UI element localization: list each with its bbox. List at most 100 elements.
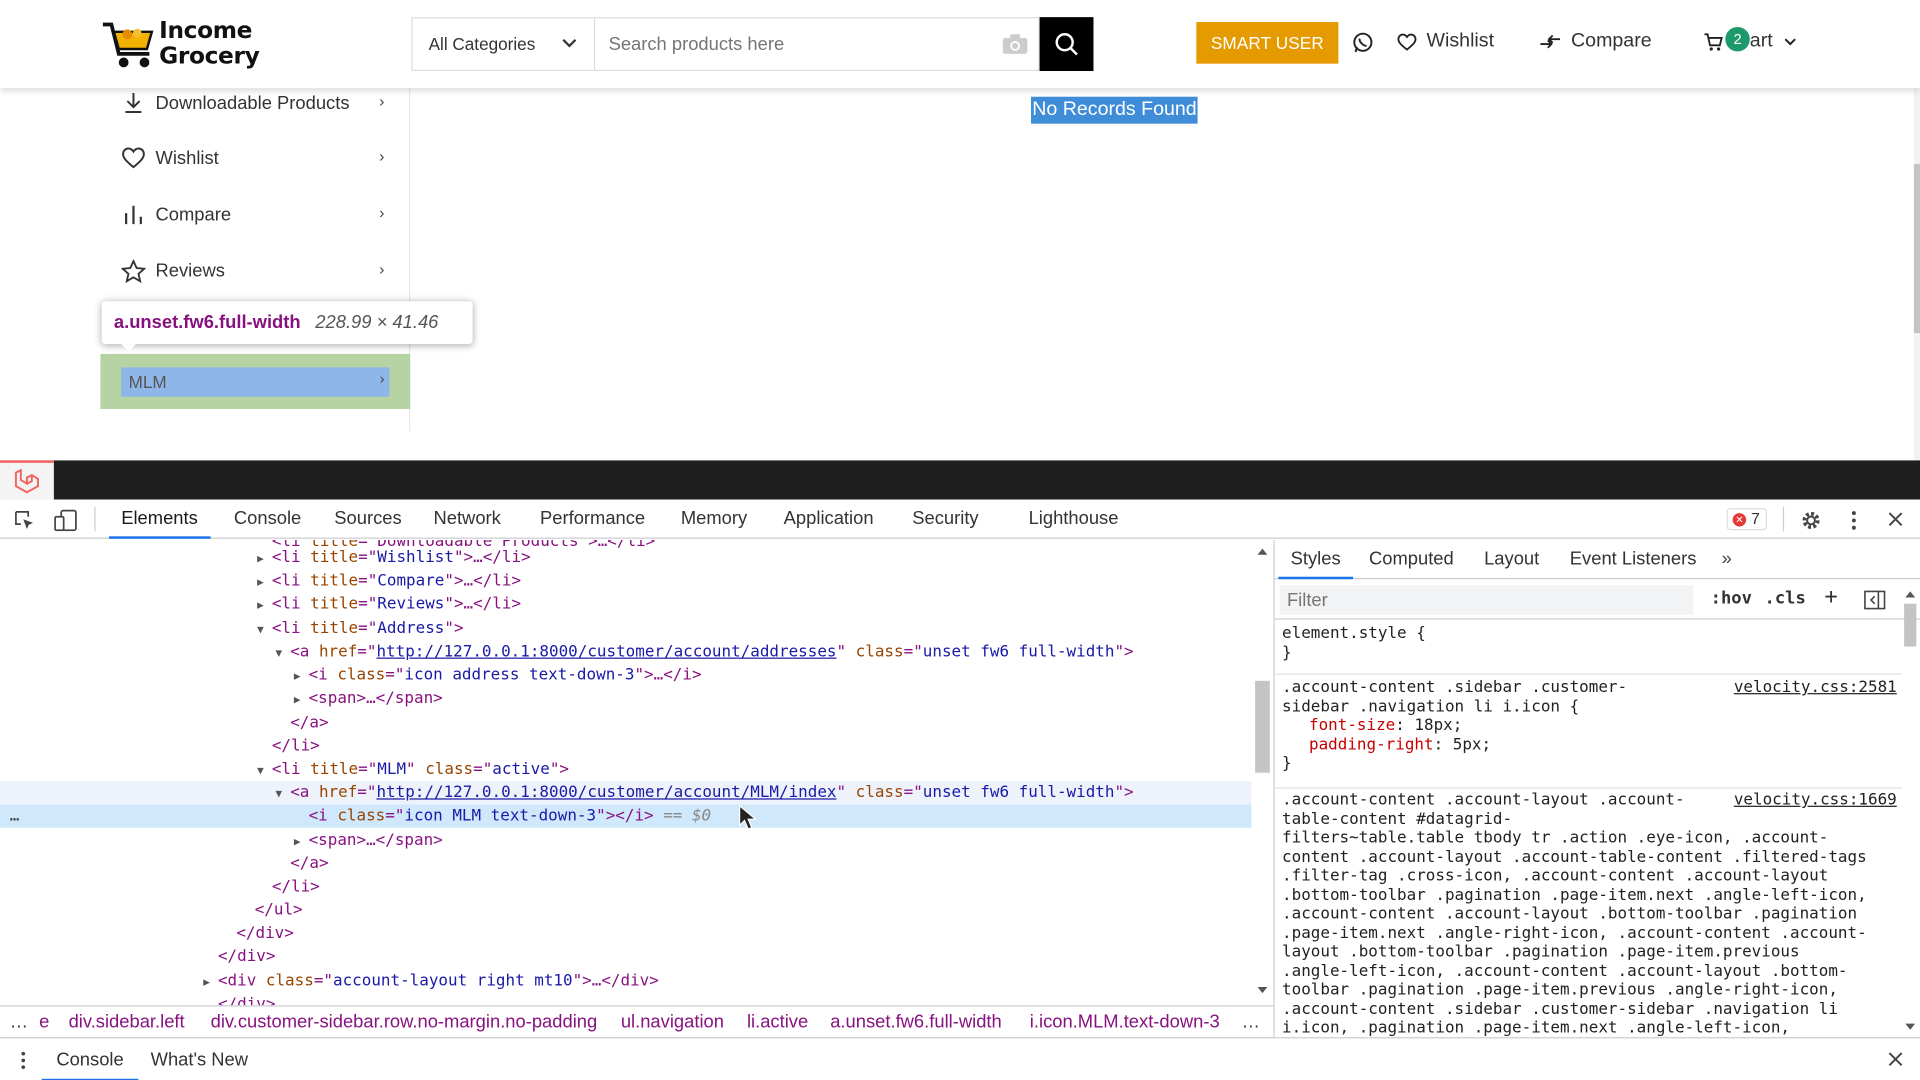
divider [1274, 787, 1902, 789]
dom-line[interactable]: ▶ <div class="account-layout right mt10">… [0, 970, 1251, 993]
hov-toggle[interactable]: :hov [1711, 589, 1752, 609]
breadcrumb-item[interactable]: li.active [747, 1011, 808, 1032]
dom-line[interactable]: </ul> [0, 899, 1251, 922]
sidebar-item-downloadable-products[interactable]: Downloadable Products › [120, 84, 389, 121]
sidebar-item-label: Compare [155, 203, 232, 225]
drawer-tab-whats-new[interactable]: What's New [151, 1038, 248, 1080]
inspect-element-icon[interactable] [13, 509, 35, 531]
drawer-tab-console[interactable]: Console [41, 1038, 139, 1080]
tab-application[interactable]: Application [784, 500, 874, 539]
breadcrumb-item-active[interactable]: i.icon.MLM.text-down-3 [1030, 1011, 1220, 1032]
toggle-sidebar-icon[interactable] [1864, 590, 1886, 610]
tab-network[interactable]: Network [433, 500, 500, 539]
sidebar-item-wishlist[interactable]: Wishlist › [120, 140, 389, 177]
dom-line[interactable]: </div> [0, 922, 1251, 945]
dom-line[interactable]: ▶ <span>…</span> [0, 687, 1251, 710]
dom-line-partial: </div> [217, 995, 276, 1006]
device-toolbar-icon[interactable] [54, 509, 78, 532]
dom-line[interactable]: </a> [0, 711, 1251, 734]
dom-line[interactable]: ▼ <li title="Address"> [0, 617, 1251, 640]
tab-styles[interactable]: Styles [1278, 540, 1353, 580]
tab-elements[interactable]: Elements [109, 500, 210, 539]
styles-filter-row: :hov .cls + [1274, 580, 1920, 620]
dom-line[interactable]: ▶ <span>…</span> [0, 829, 1251, 852]
search-button[interactable] [1039, 17, 1094, 72]
dom-line[interactable]: ▼ <a href="http://127.0.0.1:8000/customer… [0, 640, 1251, 663]
style-rule-element[interactable]: element.style { } [1275, 624, 1902, 662]
search-input[interactable] [593, 17, 1040, 72]
smart-user-button[interactable]: SMART USER [1196, 22, 1339, 64]
scroll-up-icon[interactable] [1904, 589, 1916, 599]
dom-line[interactable]: </div> [0, 945, 1251, 968]
dom-line[interactable]: </li> [0, 735, 1251, 758]
sidebar-item-reviews[interactable]: Reviews › [120, 252, 389, 289]
scroll-down-icon[interactable] [1904, 1022, 1916, 1032]
style-rule[interactable]: .account-content .sidebar .customer- sid… [1275, 678, 1902, 773]
more-vertical-icon[interactable] [1844, 509, 1864, 531]
style-source-link[interactable]: velocity.css:2581 [1734, 678, 1897, 696]
breadcrumb-overflow[interactable]: … [1242, 1011, 1260, 1032]
devtools-drawer: Console What's New [0, 1037, 1920, 1080]
styles-pane: Styles Computed Layout Event Listeners »… [1273, 540, 1920, 1038]
tab-computed[interactable]: Computed [1369, 540, 1454, 579]
header-cart-link[interactable]: art [1703, 31, 1807, 53]
elements-scrollbar-thumb[interactable] [1255, 680, 1270, 773]
dom-line[interactable]: ▶ <i class="icon address text-down-3">…</… [0, 664, 1251, 687]
style-rule[interactable]: .account-content .account-layout .accoun… [1275, 791, 1902, 1037]
breadcrumb-item[interactable]: ul.navigation [621, 1011, 724, 1032]
more-tabs-icon[interactable]: » [1722, 540, 1732, 579]
add-rule-icon[interactable]: + [1825, 584, 1838, 610]
tab-lighthouse[interactable]: Lighthouse [1029, 500, 1119, 539]
camera-icon[interactable] [1002, 33, 1029, 55]
header-compare-link[interactable]: Compare [1539, 31, 1652, 53]
tab-console[interactable]: Console [234, 500, 301, 539]
laravel-logo-icon[interactable] [0, 460, 54, 500]
tab-memory[interactable]: Memory [681, 500, 747, 539]
dom-line-selected[interactable]: … <i class="icon MLM text-down-3"></i> ==… [0, 804, 1252, 828]
sidebar-item-mlm[interactable]: MLM › [121, 367, 390, 397]
elements-scrollbar[interactable] [1251, 540, 1274, 1006]
styles-filter-input[interactable] [1279, 585, 1694, 615]
sidebar-item-compare[interactable]: Compare › [120, 196, 389, 233]
tab-event-listeners[interactable]: Event Listeners [1570, 540, 1697, 579]
close-icon[interactable] [1887, 1051, 1904, 1068]
style-source-link[interactable]: velocity.css:1669 [1734, 791, 1897, 809]
drawer-menu-icon[interactable] [17, 1051, 29, 1071]
tab-performance[interactable]: Performance [540, 500, 645, 539]
category-select[interactable]: All Categories [411, 17, 594, 72]
close-icon[interactable] [1886, 509, 1906, 529]
chevron-right-icon: › [379, 203, 385, 222]
tab-layout[interactable]: Layout [1484, 540, 1539, 579]
whatsapp-icon[interactable] [1352, 32, 1374, 54]
gear-icon[interactable] [1800, 509, 1822, 531]
tab-security[interactable]: Security [912, 500, 978, 539]
breadcrumb-item[interactable]: e [39, 1011, 49, 1032]
breadcrumb-item[interactable]: div.customer-sidebar.row.no-margin.no-pa… [211, 1011, 598, 1032]
header-wishlist-link[interactable]: Wishlist [1397, 31, 1494, 53]
dom-line[interactable]: ▶ <li title="Compare">…</li> [0, 569, 1251, 592]
styles-scrollbar[interactable] [1900, 587, 1920, 1038]
scroll-down-icon[interactable] [1256, 986, 1268, 996]
page-scrollbar-thumb[interactable] [1913, 164, 1920, 334]
cart-logo-icon [102, 22, 154, 68]
site-logo[interactable]: Income Grocery [100, 15, 260, 74]
dom-line-hovered[interactable]: ▼ <a href="http://127.0.0.1:8000/customer… [0, 781, 1252, 805]
elements-dom-tree[interactable]: <li title="Downloadable Products">…</li>… [0, 540, 1252, 1006]
cls-toggle[interactable]: .cls [1765, 589, 1806, 609]
logo-line2: Grocery [159, 42, 260, 70]
dom-line[interactable]: </a> [0, 852, 1251, 875]
dom-line[interactable]: ▶ <li title="Wishlist">…</li> [0, 546, 1251, 569]
site-header: Income Grocery All Categories SMART USER… [0, 0, 1920, 89]
styles-scrollbar-thumb[interactable] [1904, 603, 1917, 647]
breadcrumb-item[interactable]: a.unset.fw6.full-width [830, 1011, 1002, 1032]
dom-line[interactable]: </li> [0, 876, 1251, 899]
dom-line[interactable]: ▶ <li title="Reviews">…</li> [0, 593, 1251, 616]
breadcrumb-item[interactable]: div.sidebar.left [69, 1011, 185, 1032]
dom-line[interactable]: ▼ <li title="MLM" class="active"> [0, 758, 1251, 781]
breadcrumb-overflow[interactable]: … [10, 1011, 28, 1032]
error-count-badge[interactable]: ✕ 7 [1726, 508, 1768, 531]
scroll-up-icon[interactable] [1256, 546, 1268, 556]
sidebar-item-label: Reviews [155, 260, 225, 282]
tab-sources[interactable]: Sources [334, 500, 401, 539]
page-scrollbar[interactable] [1913, 88, 1920, 461]
